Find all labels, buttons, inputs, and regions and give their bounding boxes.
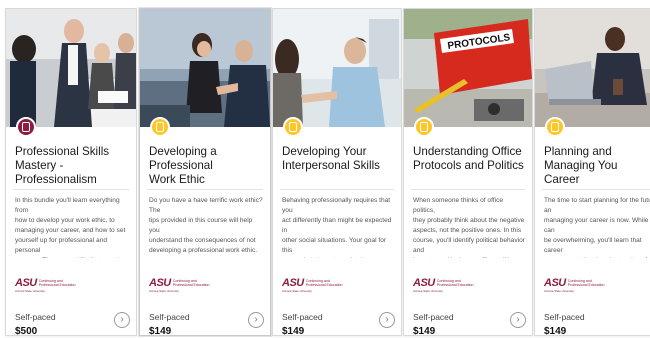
card-description: When someone thinks of office politics, … [413, 197, 525, 258]
card-title[interactable]: Developing Your Interpersonal Skills [282, 145, 395, 173]
logo-university: Arizona State University [15, 289, 45, 293]
divider [13, 189, 129, 190]
chevron-right-icon[interactable]: › [248, 312, 264, 328]
logo-text: Continuing and Professional Education [38, 279, 76, 287]
logo-university: Arizona State University [544, 289, 574, 293]
bundle-icon [16, 117, 36, 137]
logo-mark: ASU [544, 277, 566, 289]
logo-mark: ASU [15, 277, 37, 289]
pace-label: Self-paced [282, 312, 323, 322]
course-card-office-protocols[interactable]: PROTOCOLS Understanding Office Protocols… [403, 8, 533, 336]
course-card-professional-skills-mastery[interactable]: Professional Skills Mastery - Profession… [5, 8, 137, 336]
logo-mark: ASU [149, 277, 171, 289]
divider [280, 189, 394, 190]
pace-label: Self-paced [15, 312, 56, 322]
chevron-right-icon[interactable]: › [510, 312, 526, 328]
divider [147, 189, 263, 190]
logo-mark: ASU [413, 277, 435, 289]
pace-label: Self-paced [149, 312, 190, 322]
course-card-interpersonal-skills[interactable]: Developing Your Interpersonal Skills Beh… [272, 8, 402, 336]
chevron-right-icon[interactable]: › [114, 312, 130, 328]
price: $149 [282, 326, 305, 336]
card-photo-protocols-binder: PROTOCOLS [404, 9, 532, 127]
logo-text: Continuing and Professional Education [436, 279, 474, 287]
price: $500 [15, 326, 38, 336]
asu-logo: ASU Continuing and Professional Education… [149, 277, 210, 293]
logo-university: Arizona State University [282, 289, 312, 293]
card-title[interactable]: Understanding Office Protocols and Polit… [413, 145, 526, 173]
divider [411, 189, 525, 190]
course-card-managing-career[interactable]: Planning and Managing You Career The tim… [534, 8, 650, 336]
logo-mark: ASU [282, 277, 304, 289]
logo-text: Continuing and Professional Education [305, 279, 343, 287]
logo-university: Arizona State University [413, 289, 443, 293]
course-icon [545, 117, 565, 137]
pace-label: Self-paced [544, 312, 585, 322]
course-icon [283, 117, 303, 137]
card-description: The time to start planning for the futur… [544, 197, 650, 258]
divider [542, 189, 650, 190]
card-description: Do you have a have terrific work ethic? … [149, 197, 263, 254]
card-photo-business-meeting [6, 9, 136, 127]
card-photo-laptop-worker [535, 9, 650, 127]
card-title[interactable]: Professional Skills Mastery - Profession… [15, 145, 130, 187]
course-card-work-ethic[interactable]: Developing a Professional Work Ethic Do … [139, 8, 271, 336]
card-title[interactable]: Planning and Managing You Career [544, 145, 650, 187]
chevron-right-icon[interactable]: › [379, 312, 395, 328]
price: $149 [413, 326, 436, 336]
course-icon [414, 117, 434, 137]
card-photo-office-greeting [273, 9, 401, 127]
logo-text: Continuing and Professional Education [172, 279, 210, 287]
logo-university: Arizona State University [149, 289, 179, 293]
logo-text: Continuing and Professional Education [567, 279, 605, 287]
price: $149 [544, 326, 567, 336]
asu-logo: ASU Continuing and Professional Education… [544, 277, 605, 293]
card-title[interactable]: Developing a Professional Work Ethic [149, 145, 264, 187]
asu-logo: ASU Continuing and Professional Education… [282, 277, 343, 293]
card-description: In this bundle you'll learn everything f… [15, 197, 126, 258]
asu-logo: ASU Continuing and Professional Education… [15, 277, 76, 293]
course-icon [150, 117, 170, 137]
course-card-strip: Professional Skills Mastery - Profession… [0, 0, 650, 338]
asu-logo: ASU Continuing and Professional Education… [413, 277, 474, 293]
card-photo-handshake [140, 9, 270, 127]
pace-label: Self-paced [413, 312, 454, 322]
card-description: Behaving professionally requires that yo… [282, 197, 392, 258]
price: $149 [149, 326, 172, 336]
